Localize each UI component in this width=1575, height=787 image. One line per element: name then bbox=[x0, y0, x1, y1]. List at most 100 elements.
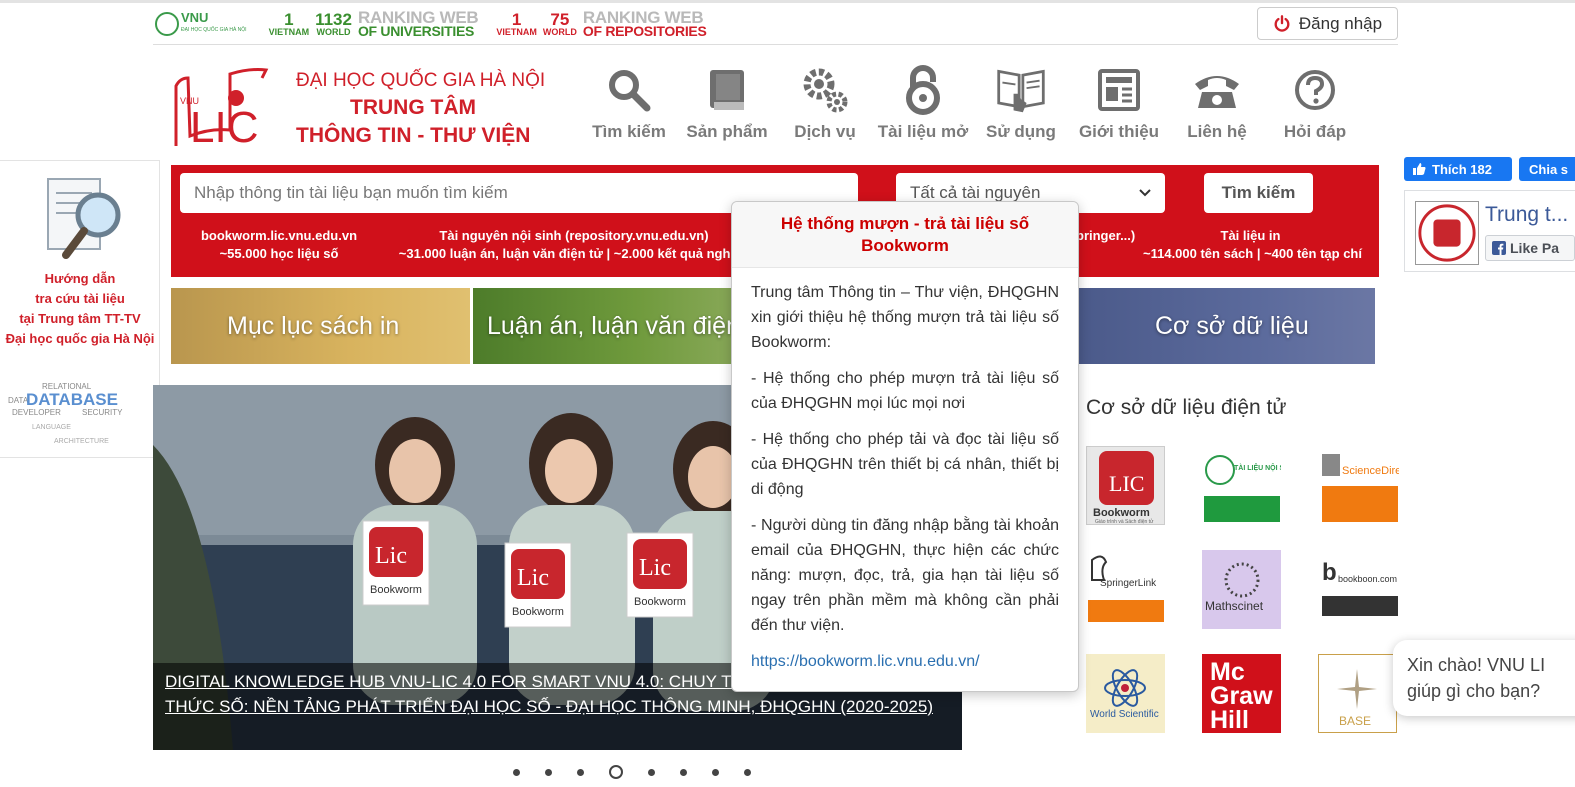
tile-bookboon[interactable]: b bookboon.com bbox=[1320, 550, 1399, 629]
vnu-emblem-icon bbox=[155, 12, 179, 36]
svg-text:SpringerLink: SpringerLink bbox=[1100, 578, 1157, 589]
svg-text:LIC: LIC bbox=[190, 103, 258, 152]
fb-page-name[interactable]: Trung t... bbox=[1485, 203, 1568, 227]
stat-bookworm[interactable]: bookworm.lic.vnu.edu.vn ~55.000 học liệu … bbox=[189, 227, 369, 263]
tile-mcgraw-hill[interactable]: Mc Graw Hill bbox=[1202, 654, 1281, 733]
guide-line: Đại học quốc gia Hà Nội bbox=[5, 331, 155, 346]
tile-sciencedirect[interactable]: ScienceDirect bbox=[1320, 446, 1399, 525]
slider-dot[interactable] bbox=[576, 768, 584, 776]
lic-logo-mark: VNU LIC bbox=[174, 68, 269, 152]
bookworm-link[interactable]: https://bookworm.lic.vnu.edu.vn/ bbox=[751, 653, 980, 670]
ranking-bar: VNU ĐẠI HỌC QUỐC GIA HÀ NỘI 1 VIETNAM 1132… bbox=[155, 4, 725, 44]
login-label: Đăng nhập bbox=[1298, 13, 1383, 33]
fb-like-page-button[interactable]: Like Pa bbox=[1485, 235, 1575, 261]
bookworm-popover: Hệ thống mượn - trả tài liệu số Bookworm… bbox=[731, 201, 1079, 692]
open-access-icon bbox=[906, 65, 940, 115]
svg-text:Bookworm: Bookworm bbox=[1093, 507, 1150, 519]
popover-paragraph: - Người dùng tin đăng nhập bằng tài khoả… bbox=[751, 517, 1059, 634]
scope-value: Tất cả tài nguyên bbox=[910, 183, 1041, 202]
nav-faq[interactable]: Hỏi đáp bbox=[1266, 64, 1364, 142]
sciencedirect-logo-icon: ScienceDirect bbox=[1322, 454, 1399, 522]
popover-title: Hệ thống mượn - trả tài liệu số Bookworm bbox=[732, 202, 1078, 268]
uni-world-rank: 1132 WORLD bbox=[315, 10, 352, 37]
slider-dot[interactable] bbox=[743, 768, 751, 776]
svg-text:DEVELOPER: DEVELOPER bbox=[12, 408, 61, 417]
springerlink-logo-icon: SpringerLink bbox=[1088, 555, 1164, 622]
mathscinet-logo-icon: Mathscinet bbox=[1205, 562, 1264, 613]
nav-products[interactable]: Sản phẩm bbox=[678, 64, 776, 142]
chat-greeting-bubble[interactable]: Xin chào! VNU LI giúp gì cho bạn? bbox=[1393, 640, 1575, 716]
database-word-cloud: RELATIONAL DATA DATABASE DEVELOPER SECUR… bbox=[8, 382, 123, 445]
svg-text:LIC: LIC bbox=[1109, 471, 1144, 496]
nav-about[interactable]: Giới thiệu bbox=[1070, 64, 1168, 142]
header-divider bbox=[153, 44, 1398, 45]
tile-repository[interactable]: TÀI LIỆU NỘI SINH bbox=[1202, 446, 1281, 525]
nav-services[interactable]: Dịch vụ bbox=[776, 64, 874, 142]
logo-line-3: THÔNG TIN - THƯ VIỆN bbox=[296, 124, 531, 147]
svg-text:Bookworm: Bookworm bbox=[370, 584, 422, 596]
svg-text:Mathscinet: Mathscinet bbox=[1205, 599, 1264, 613]
guide-line: tra cứu tài liệu bbox=[35, 291, 125, 306]
chat-line: Xin chào! VNU LI bbox=[1407, 655, 1546, 675]
svg-text:Bookworm: Bookworm bbox=[634, 596, 686, 608]
repo-vn-rank: 1 VIETNAM bbox=[496, 10, 537, 37]
slider-dots bbox=[500, 765, 763, 779]
nav-contact[interactable]: Liên hệ bbox=[1168, 64, 1266, 142]
thumbs-up-icon bbox=[1413, 163, 1426, 175]
question-icon bbox=[1295, 70, 1335, 110]
fb-page-plugin[interactable]: Trung t... Like Pa bbox=[1404, 190, 1575, 272]
bookworm-logo-icon: LIC BookwormGiáo trình và Sách điện tử bbox=[1093, 451, 1154, 525]
vnu-logo-text: VNU bbox=[181, 10, 209, 25]
world-scientific-logo-icon: World Scientific bbox=[1090, 669, 1159, 720]
tile-bookworm[interactable]: LIC Bookworm Giáo trình và Sách điện tử bbox=[1086, 446, 1165, 525]
newspaper-icon bbox=[1098, 69, 1140, 111]
svg-text:World Scientific: World Scientific bbox=[1090, 709, 1159, 720]
search-guide[interactable]: Hướng dẫn tra cứu tài liệu tại Trung tâm… bbox=[0, 160, 160, 458]
guide-line: tại Trung tâm TT-TV bbox=[19, 311, 141, 326]
guide-line: Hướng dẫn bbox=[44, 271, 116, 286]
repository-logo-icon: TÀI LIỆU NỘI SINH bbox=[1204, 455, 1281, 522]
base-logo-icon: BASE bbox=[1337, 669, 1377, 728]
slider-dot-active[interactable] bbox=[608, 765, 623, 779]
tile-base[interactable]: BASE bbox=[1318, 654, 1397, 733]
banner-print-catalog[interactable]: Mục lục sách in bbox=[171, 288, 470, 364]
slider-dot[interactable] bbox=[711, 768, 719, 776]
slider-dot[interactable] bbox=[512, 768, 520, 776]
fb-like-button[interactable]: Thích 182 bbox=[1404, 157, 1512, 181]
svg-text:Hill: Hill bbox=[1210, 706, 1249, 733]
vnu-small-logo[interactable]: VNU ĐẠI HỌC QUỐC GIA HÀ NỘI bbox=[155, 10, 247, 36]
nav-open-docs[interactable]: Tài liệu mở bbox=[874, 64, 972, 142]
tile-world-scientific[interactable]: World Scientific bbox=[1086, 654, 1165, 733]
nav-search[interactable]: Tìm kiếm bbox=[580, 64, 678, 142]
nav-usage[interactable]: Sử dụng bbox=[972, 64, 1070, 142]
fb-share-button[interactable]: Chia s bbox=[1519, 157, 1575, 181]
login-button[interactable]: Đăng nhập bbox=[1257, 7, 1398, 40]
logo-line-2: TRUNG TÂM bbox=[350, 96, 476, 119]
slider-dot[interactable] bbox=[647, 768, 655, 776]
svg-text:Lic: Lic bbox=[517, 565, 549, 591]
stat-repository[interactable]: Tài nguyên nội sinh (repository.vnu.edu.… bbox=[389, 227, 759, 263]
svg-text:ScienceDirect: ScienceDirect bbox=[1342, 465, 1399, 477]
uni-vn-rank: 1 VIETNAM bbox=[268, 10, 310, 37]
site-logo[interactable]: VNU LIC ĐẠI HỌC QUỐC GIA HÀ NỘI TRUNG TÂ… bbox=[170, 66, 560, 156]
stat-springer[interactable]: pringer...) bbox=[1076, 227, 1136, 245]
slider-dot[interactable] bbox=[679, 768, 687, 776]
banner-databases[interactable]: Cơ sở dữ liệu bbox=[1078, 288, 1375, 364]
touch-book-icon bbox=[997, 69, 1045, 113]
svg-text:Giáo trình và Sách điện tử: Giáo trình và Sách điện tử bbox=[1095, 518, 1154, 525]
banner-theses[interactable]: Luận án, luận văn điện bbox=[473, 288, 743, 364]
ranking-web-repositories[interactable]: RANKING WEB OF REPOSITORIES bbox=[583, 9, 707, 38]
slider-dot[interactable] bbox=[544, 768, 552, 776]
svg-text:Bookworm: Bookworm bbox=[512, 606, 564, 618]
chevron-down-icon bbox=[1139, 189, 1151, 197]
tile-springerlink[interactable]: SpringerLink bbox=[1086, 550, 1165, 629]
tile-mathscinet[interactable]: Mathscinet bbox=[1202, 550, 1281, 629]
ranking-web-universities[interactable]: RANKING WEB OF UNIVERSITIES bbox=[358, 9, 479, 38]
phone-icon bbox=[1195, 76, 1239, 108]
search-button[interactable]: Tìm kiếm bbox=[1204, 173, 1313, 213]
stat-print[interactable]: Tài liệu in ~114.000 tên sách | ~400 tên … bbox=[1143, 227, 1362, 263]
svg-text:DATABASE: DATABASE bbox=[26, 390, 118, 409]
svg-text:ARCHITECTURE: ARCHITECTURE bbox=[54, 438, 109, 445]
document-magnifier-icon bbox=[47, 178, 121, 259]
svg-text:b: b bbox=[1322, 559, 1337, 586]
